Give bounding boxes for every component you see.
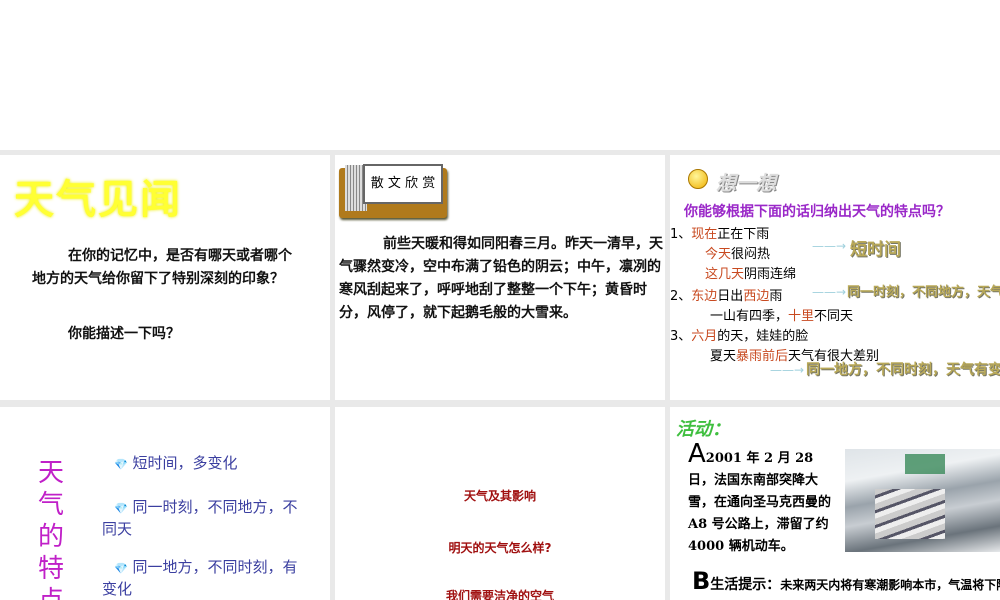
prose-paragraph: 前些天暖和得如同阳春三月。昨天一清早，天气骤然变冷，空中布满了铅色的阴云；中午，…	[339, 236, 663, 321]
prompt-question: 你能描述一下吗？	[68, 326, 180, 342]
topic-link[interactable]: 我们需要洁净的空气	[335, 587, 665, 600]
slide-activity[interactable]: 活动： A2001 年 2 月 28 日，法国东南部突降大雪，在通向圣马克西曼的…	[670, 407, 1000, 600]
topic-link[interactable]: 明天的天气怎么样?	[335, 539, 665, 556]
result-2: 同一时刻，不同地方，天气不同	[847, 285, 1000, 300]
lightbulb-icon	[688, 169, 708, 189]
arrow-icon: ——→	[812, 285, 847, 299]
vertical-title: 天气的特点	[38, 458, 65, 600]
result-3: 同一地方，不同时刻，天气有变化	[806, 362, 1000, 378]
topic-link[interactable]: 天气及其影响	[335, 487, 665, 504]
case-a: A2001 年 2 月 28 日，法国东南部突降大雪，在通向圣马克西曼的 A8 …	[688, 439, 832, 554]
slide-weather-memories[interactable]: 天气见闻 在你的记忆中，是否有哪天或者哪个地方的天气给你留下了特别深刻的印象？ …	[0, 155, 330, 400]
arrow-icon: ——→	[812, 239, 847, 253]
prompt-paragraph: 在你的记忆中，是否有哪天或者哪个地方的天气给你留下了特别深刻的印象？	[32, 248, 292, 287]
feature-item-2: 💎 同一时刻，不同地方，不同天	[102, 498, 298, 538]
arrow-icon: ——→	[770, 363, 805, 377]
slide-title: 天气见闻	[14, 176, 182, 223]
question: 你能够根据下面的话归纳出天气的特点吗？	[684, 204, 950, 220]
badge-label: 散 文 欣 赏	[363, 164, 443, 204]
blank-area	[0, 0, 1000, 150]
feature-item-3: 💎 同一地方，不同时刻，有变化	[102, 558, 298, 598]
activity-heading: 活动：	[676, 419, 730, 440]
slide-topics[interactable]: 天气及其影响 明天的天气怎么样? 我们需要洁净的空气	[335, 407, 665, 600]
slide-think[interactable]: 想一想 你能够根据下面的话归纳出天气的特点吗？ 1、现在正在下雨 今天很闷热 这…	[670, 155, 1000, 400]
case-b: B生活提示：未来两天内将有寒潮影响本市，气温将下降 8-10℃	[692, 567, 1000, 595]
result-1: 短时间	[850, 240, 901, 260]
diamond-icon: 💎	[114, 562, 128, 575]
think-heading: 想一想	[716, 171, 776, 195]
feature-item-1: 💎 短时间，多变化	[114, 454, 238, 472]
diamond-icon: 💎	[114, 502, 128, 515]
book-badge: 散 文 欣 赏	[339, 160, 451, 218]
slide-weather-features[interactable]: 天气的特点 💎 短时间，多变化 💎 同一时刻，不同地方，不同天 💎 同一地方，不…	[0, 407, 330, 600]
diamond-icon: 💎	[114, 458, 128, 471]
slide-prose-appreciation[interactable]: 散 文 欣 赏 前些天暖和得如同阳春三月。昨天一清早，天气骤然变冷，空中布满了铅…	[335, 155, 665, 400]
snow-traffic-jam-photo	[845, 449, 1000, 552]
